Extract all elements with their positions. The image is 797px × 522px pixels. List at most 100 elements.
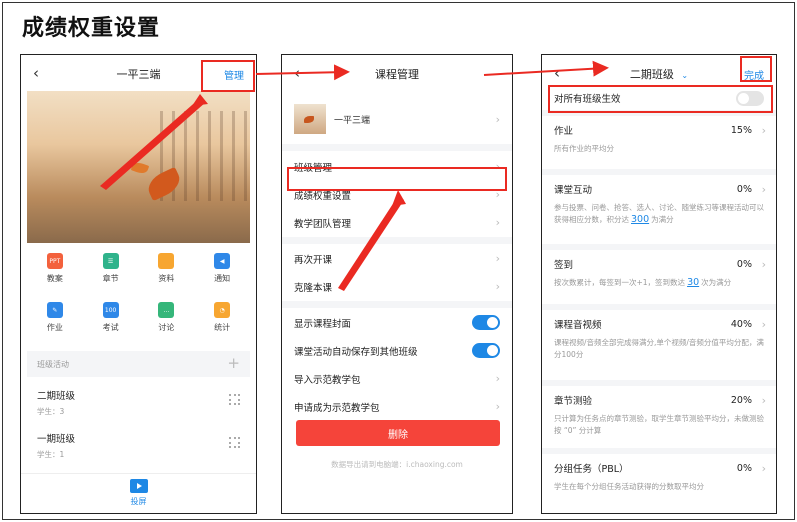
full-score-threshold[interactable]: 30 bbox=[685, 277, 701, 288]
weight-percent[interactable]: 0% bbox=[737, 463, 752, 474]
show-cover-toggle[interactable] bbox=[472, 315, 500, 330]
chevron-right-icon: › bbox=[495, 252, 500, 265]
export-note: 数据导出请到电脑端：i.chaoxing.com bbox=[331, 460, 463, 469]
add-icon[interactable]: + bbox=[227, 354, 240, 372]
delete-button[interactable]: 删除 bbox=[296, 420, 500, 446]
nav-bar: ‹ 课程管理 bbox=[282, 55, 512, 93]
back-arrow-icon[interactable]: ‹ bbox=[554, 64, 560, 82]
import-pack-row[interactable]: 导入示范教学包 › bbox=[282, 365, 512, 393]
weight-description: 所有作业的平均分 bbox=[554, 143, 764, 155]
weight-description: 学生在每个分组任务活动获得的分数取平均分 bbox=[554, 481, 764, 493]
chevron-right-icon: › bbox=[761, 394, 766, 407]
feature-label: 作业 bbox=[46, 323, 63, 332]
divider bbox=[542, 169, 776, 175]
divider bbox=[282, 144, 512, 151]
weight-percent[interactable]: 15% bbox=[731, 125, 752, 136]
chevron-down-icon: ⌄ bbox=[681, 71, 689, 80]
class-students: 学生：3 bbox=[37, 407, 65, 416]
feature-item[interactable]: ◀ 通知 bbox=[194, 253, 250, 296]
back-arrow-icon[interactable]: ‹ bbox=[294, 64, 300, 82]
description-text: 按次数累计，每签到一次+1，签到数达 bbox=[554, 278, 686, 287]
feature-item[interactable]: ◔ 统计 bbox=[194, 302, 250, 345]
feature-label: 考试 bbox=[102, 323, 119, 332]
weight-name: 章节测验 bbox=[554, 396, 593, 407]
feature-label: 章节 bbox=[102, 274, 119, 283]
weight-description: 按次数累计，每签到一次+1，签到数达 30 次为满分 bbox=[554, 277, 764, 289]
cover-leaf-small bbox=[130, 160, 150, 176]
auto-save-row: 课堂活动自动保存到其他班级 bbox=[282, 337, 512, 365]
course-home-screen: ‹ 一平三端 管理 PPT 教案 ☰ 章节 资料 ◀ 通知 ✎ 作业 100 考试… 讨论 ◔ 统计 班级… bbox=[20, 54, 257, 514]
divider bbox=[542, 244, 776, 250]
projection-icon[interactable] bbox=[129, 479, 148, 493]
class-item[interactable]: 一期班级 学生：1 bbox=[37, 431, 240, 465]
feature-label: 教案 bbox=[46, 274, 63, 283]
reopen-row[interactable]: 再次开课 › bbox=[282, 245, 512, 273]
description-text: 为满分 bbox=[651, 215, 674, 224]
divider bbox=[542, 380, 776, 386]
projection-label[interactable]: 投屏 bbox=[131, 496, 147, 507]
description-text: 所有作业的平均分 bbox=[554, 144, 614, 153]
auto-save-toggle[interactable] bbox=[472, 343, 500, 358]
course-info-row[interactable]: 一平三端 › bbox=[282, 95, 512, 143]
weight-item[interactable]: 课堂互动 0% › 参与投票、问卷、抢答、选人、讨论、随堂练习等课程活动可以获得相应分… bbox=[542, 176, 776, 226]
chevron-right-icon: › bbox=[761, 258, 766, 271]
course-thumbnail bbox=[294, 104, 326, 134]
team-manage-row[interactable]: 教学团队管理 › bbox=[282, 209, 512, 237]
qr-code-icon[interactable] bbox=[229, 437, 240, 448]
chevron-right-icon: › bbox=[761, 462, 766, 475]
feature-item[interactable]: … 讨论 bbox=[139, 302, 195, 345]
weight-item[interactable]: 课程音视频 40% › 课程视频/音频全部完成得满分,单个视频/音频分值平均分配，满分… bbox=[542, 311, 776, 361]
weight-name: 课堂互动 bbox=[554, 185, 593, 196]
course-manage-screen: ‹ 课程管理 一平三端 › 班级管理 › 成绩权重设置 › 教学团队管理 › 再… bbox=[281, 54, 513, 514]
section-label: 班级活动 bbox=[37, 360, 69, 369]
weight-item[interactable]: 作业 15% › 所有作业的平均分 bbox=[542, 117, 776, 155]
weight-item[interactable]: 章节测验 20% › 只计算为任务点的章节测验，取学生章节测验平均分，未做测验按 “0… bbox=[542, 387, 776, 437]
weight-percent[interactable]: 0% bbox=[737, 184, 752, 195]
feature-item[interactable]: 100 考试 bbox=[83, 302, 139, 345]
feature-item[interactable]: ✎ 作业 bbox=[27, 302, 83, 345]
qr-code-icon[interactable] bbox=[229, 394, 240, 405]
feature-label: 讨论 bbox=[158, 323, 175, 332]
weight-item[interactable]: 签到 0% › 按次数累计，每签到一次+1，签到数达 30 次为满分 bbox=[542, 251, 776, 289]
weight-percent[interactable]: 20% bbox=[731, 395, 752, 406]
highlight-apply-all bbox=[548, 85, 773, 113]
feature-item[interactable]: 资料 bbox=[139, 253, 195, 296]
class-students: 学生：1 bbox=[37, 450, 65, 459]
class-name: 二期班级 bbox=[37, 391, 76, 402]
back-arrow-icon[interactable]: ‹ bbox=[33, 64, 39, 82]
class-name: 一期班级 bbox=[37, 434, 76, 445]
row-label: 课堂活动自动保存到其他班级 bbox=[294, 347, 418, 358]
weight-item[interactable]: 分组任务（PBL） 0% › 学生在每个分组任务活动获得的分数取平均分 bbox=[542, 455, 776, 493]
chevron-right-icon: › bbox=[761, 183, 766, 196]
row-label: 导入示范教学包 bbox=[294, 375, 361, 386]
chapter-icon: ☰ bbox=[102, 253, 119, 269]
apply-pack-row[interactable]: 申请成为示范教学包 › bbox=[282, 393, 512, 421]
description-text: 只计算为任务点的章节测验，取学生章节测验平均分，未做测验按 “0” 分计算 bbox=[554, 414, 764, 435]
feature-item[interactable]: PPT 教案 bbox=[27, 253, 83, 296]
weight-description: 只计算为任务点的章节测验，取学生章节测验平均分，未做测验按 “0” 分计算 bbox=[554, 413, 764, 437]
row-label: 教学团队管理 bbox=[294, 219, 352, 230]
bottom-bar: 投屏 bbox=[21, 473, 256, 513]
stats-icon: ◔ bbox=[214, 302, 231, 318]
full-score-threshold[interactable]: 300 bbox=[629, 214, 651, 225]
chevron-right-icon: › bbox=[495, 216, 500, 229]
class-item[interactable]: 二期班级 学生：3 bbox=[37, 388, 240, 422]
show-cover-row: 显示课程封面 bbox=[282, 309, 512, 337]
clone-row[interactable]: 克隆本课 › bbox=[282, 273, 512, 301]
course-cover-image bbox=[27, 91, 250, 243]
feature-label: 资料 bbox=[158, 274, 175, 283]
description-text: 学生在每个分组任务活动获得的分数取平均分 bbox=[554, 482, 704, 491]
feature-grid: PPT 教案 ☰ 章节 资料 ◀ 通知 ✎ 作业 100 考试 … 讨论 ◔ 统计 bbox=[27, 253, 250, 345]
speaker-icon: ◀ bbox=[214, 253, 231, 269]
homework-icon: ✎ bbox=[46, 302, 63, 318]
chevron-right-icon: › bbox=[495, 400, 500, 413]
grade-weight-screen: ‹ 二期班级 ⌄ 完成 对所有班级生效 作业 15% › 所有作业的平均分 课堂互动 0%… bbox=[541, 54, 777, 514]
page-title: 成绩权重设置 bbox=[22, 16, 161, 41]
chevron-right-icon: › bbox=[495, 112, 500, 126]
highlight-done bbox=[740, 56, 772, 82]
row-label: 显示课程封面 bbox=[294, 319, 352, 330]
weight-percent[interactable]: 40% bbox=[731, 319, 752, 330]
class-selector[interactable]: 二期班级 ⌄ bbox=[630, 66, 688, 82]
feature-item[interactable]: ☰ 章节 bbox=[83, 253, 139, 296]
weight-percent[interactable]: 0% bbox=[737, 259, 752, 270]
